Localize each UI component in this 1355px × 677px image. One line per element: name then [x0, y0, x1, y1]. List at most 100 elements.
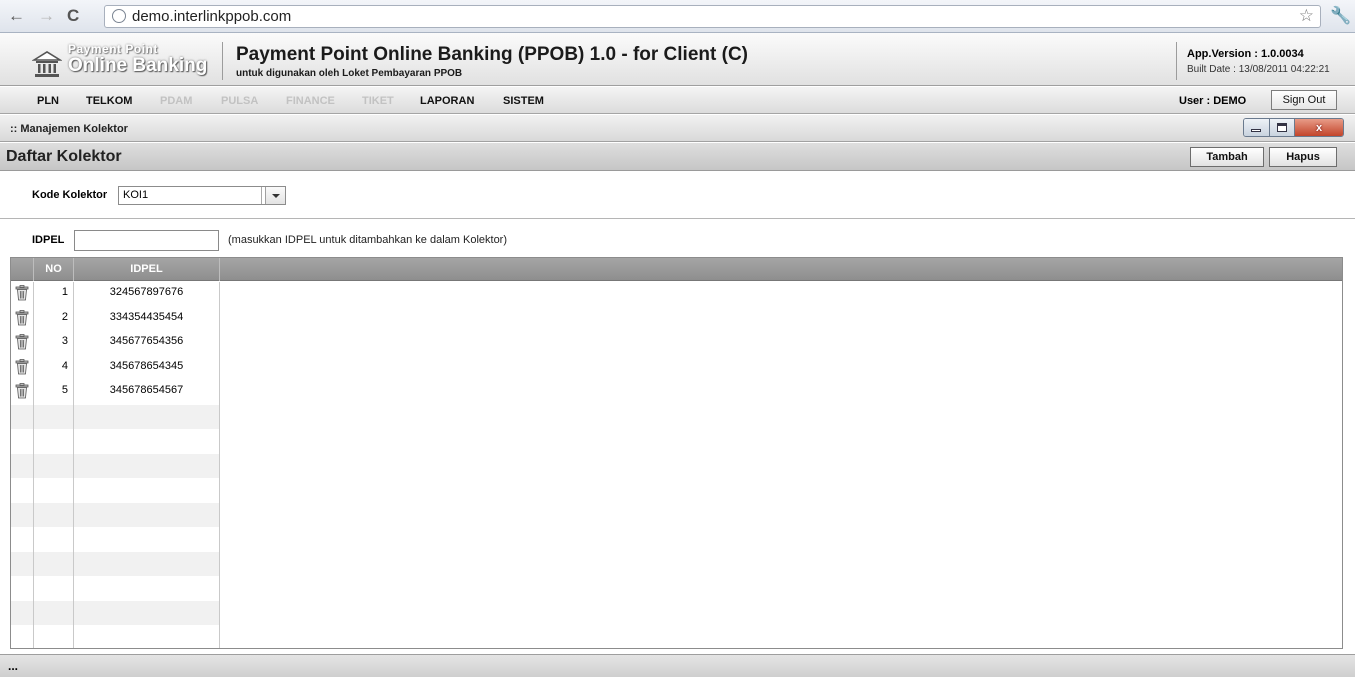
- empty-cell: [11, 404, 34, 429]
- grid-col-divider: [33, 282, 34, 648]
- empty-cell: [74, 551, 220, 576]
- empty-cell: [34, 429, 74, 454]
- trash-icon[interactable]: [15, 358, 29, 375]
- bookmark-star-icon[interactable]: ☆: [1299, 6, 1314, 26]
- grid-header-action: [11, 258, 34, 281]
- row-idpel: 334354435454: [74, 306, 220, 331]
- window-title-bar: :: Manajemen Kolektor x: [0, 115, 1355, 142]
- row-no: 1: [34, 282, 74, 307]
- address-bar[interactable]: demo.interlinkppob.com ☆: [104, 5, 1321, 28]
- idpel-hint: (masukkan IDPEL untuk ditambahkan ke dal…: [228, 234, 508, 246]
- wrench-icon[interactable]: 🔧: [1330, 6, 1351, 26]
- idpel-input[interactable]: [74, 230, 219, 251]
- empty-cell: [34, 625, 74, 648]
- kode-kolektor-label: Kode Kolektor: [32, 189, 108, 201]
- empty-cell: [11, 625, 34, 648]
- window-title: :: Manajemen Kolektor: [10, 123, 128, 135]
- status-bar: ...: [0, 654, 1355, 677]
- row-no: 3: [34, 331, 74, 356]
- delete-row-cell[interactable]: [11, 355, 34, 380]
- table-row[interactable]: [11, 625, 220, 648]
- empty-cell: [74, 429, 220, 454]
- app-title: Payment Point Online Banking (PPOB) 1.0 …: [236, 44, 748, 65]
- panel-header: Daftar Kolektor Tambah Hapus: [0, 143, 1355, 171]
- grid-header-idpel[interactable]: IDPEL: [74, 258, 220, 281]
- row-idpel: 345678654345: [74, 355, 220, 380]
- table-row[interactable]: [11, 527, 220, 552]
- menu-item-tiket: TIKET: [362, 95, 394, 107]
- row-no: 5: [34, 380, 74, 405]
- window-controls: x: [1243, 118, 1344, 137]
- delete-row-cell[interactable]: [11, 282, 34, 307]
- delete-row-cell[interactable]: [11, 331, 34, 356]
- sign-out-button[interactable]: Sign Out: [1271, 90, 1337, 110]
- table-row[interactable]: [11, 478, 220, 503]
- delete-button[interactable]: Hapus: [1269, 147, 1337, 167]
- empty-cell: [11, 502, 34, 527]
- empty-cell: [74, 527, 220, 552]
- grid-col-divider: [219, 282, 220, 648]
- built-date: Built Date : 13/08/2011 04:22:21: [1187, 64, 1330, 75]
- main-menu: PLN TELKOM PDAM PULSA FINANCE TIKET LAPO…: [0, 87, 1355, 114]
- forward-icon[interactable]: →: [38, 6, 55, 26]
- url-text[interactable]: demo.interlinkppob.com: [132, 8, 291, 25]
- status-text: ...: [8, 659, 19, 673]
- close-button[interactable]: x: [1295, 119, 1343, 136]
- panel-title: Daftar Kolektor: [6, 148, 122, 165]
- empty-cell: [34, 404, 74, 429]
- table-row[interactable]: 1 324567897676: [11, 282, 220, 307]
- delete-row-cell[interactable]: [11, 380, 34, 405]
- table-row[interactable]: [11, 576, 220, 601]
- table-row[interactable]: [11, 551, 220, 576]
- kode-kolektor-select[interactable]: KOI1: [118, 186, 286, 205]
- empty-cell: [34, 527, 74, 552]
- reload-icon[interactable]: C: [67, 6, 79, 26]
- chevron-down-icon[interactable]: [265, 187, 285, 204]
- logo-text-line1: Payment Point: [68, 42, 158, 56]
- table-row[interactable]: [11, 404, 220, 429]
- add-button[interactable]: Tambah: [1190, 147, 1264, 167]
- minimize-button[interactable]: [1244, 119, 1270, 136]
- empty-cell: [11, 600, 34, 625]
- empty-cell: [34, 576, 74, 601]
- maximize-icon: [1276, 123, 1287, 132]
- menu-item-telkom[interactable]: TELKOM: [86, 95, 132, 107]
- trash-icon[interactable]: [15, 334, 29, 350]
- trash-icon[interactable]: [15, 285, 29, 301]
- back-icon[interactable]: ←: [8, 6, 25, 26]
- table-row[interactable]: 5 345678654567: [11, 380, 220, 405]
- maximize-button[interactable]: [1269, 119, 1295, 136]
- globe-icon: [112, 9, 126, 23]
- trash-icon[interactable]: [15, 383, 29, 399]
- table-row[interactable]: [11, 453, 220, 478]
- table-row[interactable]: [11, 429, 220, 454]
- empty-cell: [11, 527, 34, 552]
- delete-row-cell[interactable]: [11, 306, 34, 331]
- table-row[interactable]: [11, 600, 220, 625]
- menu-item-pdam: PDAM: [160, 95, 193, 107]
- logo-text-line2: Online Banking: [68, 55, 208, 76]
- menu-item-pln[interactable]: PLN: [37, 95, 59, 107]
- empty-cell: [74, 453, 220, 478]
- grid-col-divider: [73, 282, 74, 648]
- table-row[interactable]: [11, 502, 220, 527]
- grid-header-no[interactable]: NO: [34, 258, 74, 281]
- empty-cell: [74, 600, 220, 625]
- empty-cell: [74, 502, 220, 527]
- kolektor-filter: Kode Kolektor KOI1: [0, 172, 1355, 219]
- row-idpel: 345677654356: [74, 331, 220, 356]
- table-row[interactable]: 3 345677654356: [11, 331, 220, 356]
- empty-cell: [74, 478, 220, 503]
- kode-kolektor-value[interactable]: KOI1: [123, 187, 262, 204]
- table-row[interactable]: 2 334354435454: [11, 306, 220, 331]
- table-row[interactable]: 4 345678654345: [11, 355, 220, 380]
- header-divider: [222, 42, 223, 80]
- menu-item-sistem[interactable]: SISTEM: [503, 95, 544, 107]
- empty-cell: [11, 551, 34, 576]
- grid-body: 1 324567897676 2 334354435454 3 345677654356 4…: [11, 282, 1342, 648]
- trash-icon[interactable]: [15, 309, 29, 326]
- empty-cell: [34, 502, 74, 527]
- app-header: Payment Point Online Banking Payment Poi…: [0, 33, 1355, 86]
- empty-cell: [11, 453, 34, 478]
- menu-item-laporan[interactable]: LAPORAN: [420, 95, 474, 107]
